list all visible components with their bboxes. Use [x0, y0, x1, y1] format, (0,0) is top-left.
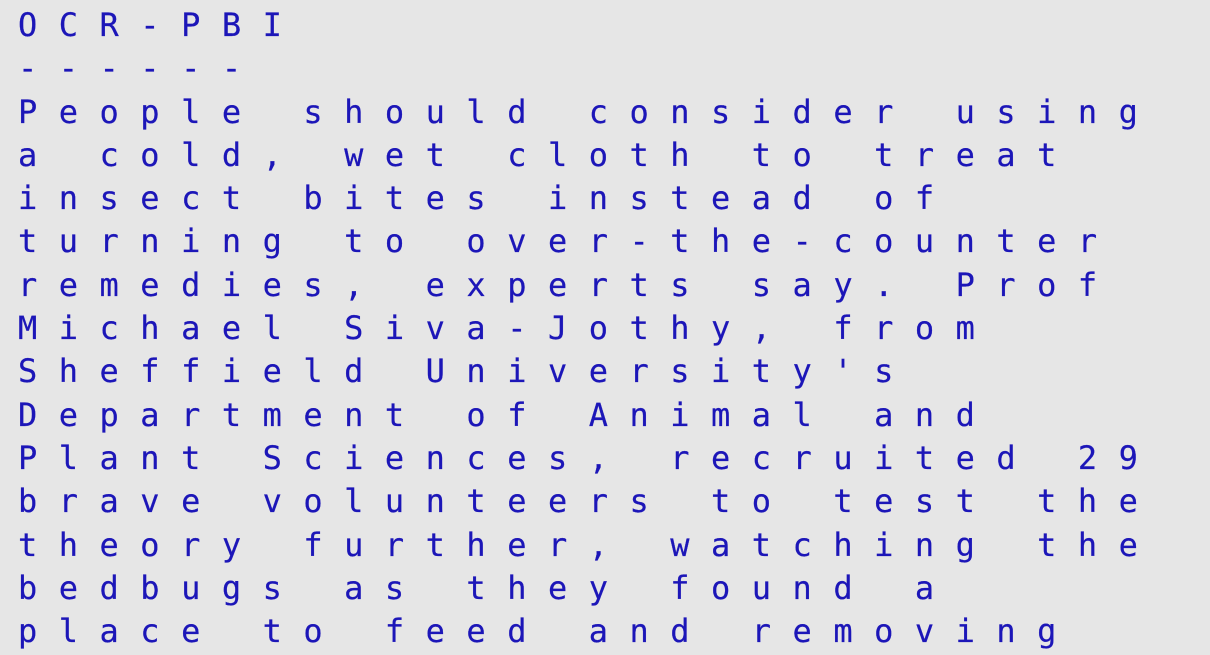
text-line-3: insect bites instead of — [18, 179, 956, 218]
text-line-11: theory further, watching the — [18, 525, 1160, 564]
text-line-6: Michael Siva-Jothy, from — [18, 309, 997, 348]
text-line-10: brave volunteers to test the — [18, 482, 1160, 521]
title-underline: ------ — [18, 49, 263, 88]
text-line-9: Plant Sciences, recruited 29 — [18, 438, 1160, 477]
text-line-5: remedies, experts say. Prof — [18, 265, 1119, 304]
text-line-12: bedbugs as they found a — [18, 568, 956, 607]
text-line-2: a cold, wet cloth to treat — [18, 135, 1078, 174]
text-line-7: Sheffield University's — [18, 352, 915, 391]
document-page: OCR-PBI ------ People should consider us… — [18, 4, 1198, 653]
text-line-13: place to feed and removing — [18, 612, 1078, 651]
text-line-1: People should consider using — [18, 92, 1160, 131]
document-title: OCR-PBI — [18, 6, 304, 44]
text-line-8: Department of Animal and — [18, 395, 997, 434]
text-line-4: turning to over-the-counter — [18, 222, 1119, 261]
